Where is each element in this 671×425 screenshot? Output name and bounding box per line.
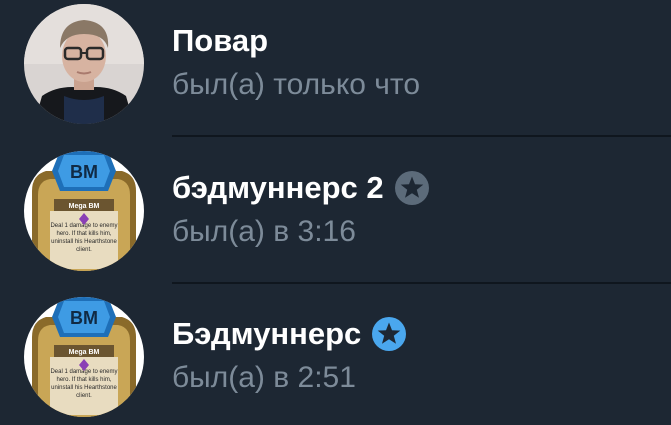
card-title: Mega BM [69, 203, 100, 210]
card-text-line: client. [76, 247, 92, 253]
card-text-line: hero. If that kills him, [56, 377, 111, 383]
contact-name: бэдмуннерс 2 [172, 166, 430, 210]
divider [172, 135, 671, 137]
contact-row-badmunners[interactable]: BM Mega BM Deal 1 damage to enemy hero. … [0, 287, 671, 425]
star-icon [371, 316, 407, 352]
contact-name: Повар [172, 19, 268, 63]
contact-name-text: Повар [172, 23, 269, 58]
card-text-line: uninstall his Hearthstone [51, 239, 117, 245]
card-text-line: hero. If that kills him, [56, 231, 111, 237]
card-logo: BM [70, 308, 98, 328]
card-title: Mega BM [69, 349, 100, 356]
contact-name-text: бэдмуннерс 2 [172, 170, 384, 205]
contact-list: Повар был(а) только что BM Mega BM Deal … [0, 0, 671, 425]
card-art: BM Mega BM Deal 1 damage to enemy hero. … [24, 297, 144, 417]
card-art: BM Mega BM Deal 1 damage to enemy hero. … [24, 151, 144, 271]
avatar [24, 4, 144, 124]
contact-name: Бэдмуннерс [172, 312, 407, 356]
last-seen-status: был(а) в 3:16 [172, 215, 356, 248]
last-seen-status: был(а) в 2:51 [172, 361, 356, 394]
star-icon [394, 170, 430, 206]
card-text-line: uninstall his Hearthstone [51, 385, 117, 391]
person-photo [24, 4, 144, 124]
last-seen-status: был(а) только что [172, 68, 421, 101]
contact-row-badmunners-2[interactable]: BM Mega BM Deal 1 damage to enemy hero. … [0, 141, 671, 281]
avatar: BM Mega BM Deal 1 damage to enemy hero. … [24, 297, 144, 417]
card-logo: BM [70, 162, 98, 182]
contact-name-text: Бэдмуннерс [172, 316, 362, 351]
divider [172, 282, 671, 284]
avatar: BM Mega BM Deal 1 damage to enemy hero. … [24, 151, 144, 271]
card-text-line: client. [76, 393, 92, 399]
contact-row-povar[interactable]: Повар был(а) только что [0, 0, 671, 134]
